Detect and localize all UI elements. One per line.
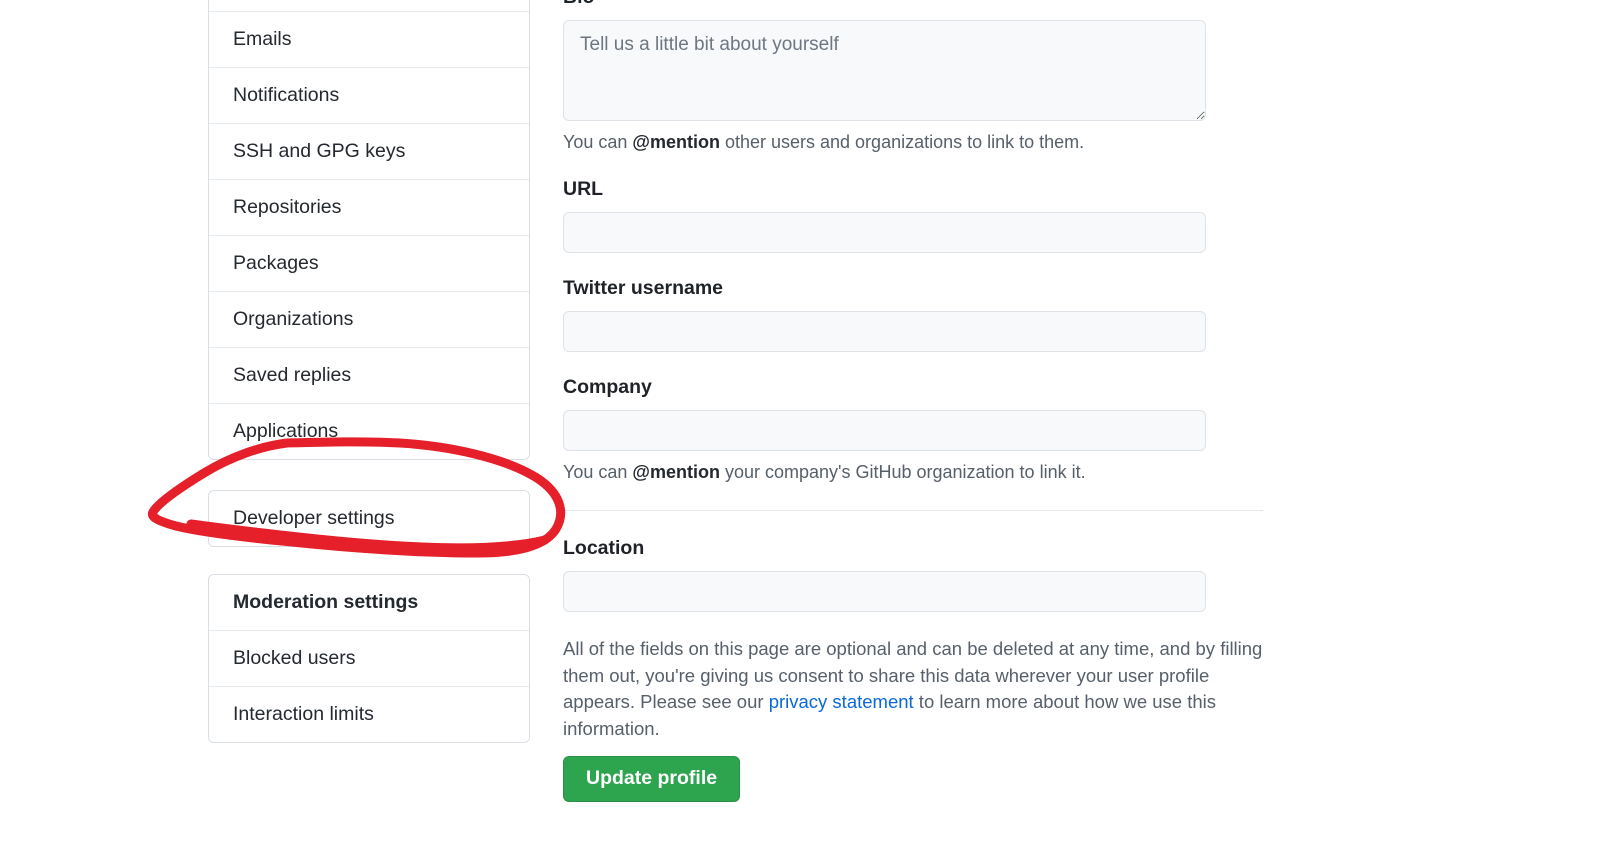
company-help-suffix: your company's GitHub organization to li… bbox=[719, 462, 1086, 482]
sidebar-item-ssh-and-gpg-keys[interactable]: SSH and GPG keys bbox=[209, 124, 529, 180]
section-divider bbox=[563, 510, 1263, 511]
location-label: Location bbox=[563, 537, 645, 559]
url-input[interactable] bbox=[563, 212, 1206, 253]
bio-label: Bio bbox=[563, 0, 1263, 10]
twitter-username-label: Twitter username bbox=[563, 277, 724, 299]
sidebar-item-label: Emails bbox=[233, 28, 292, 50]
bio-help-suffix: other users and organizations to link to… bbox=[719, 132, 1085, 152]
company-input[interactable] bbox=[563, 410, 1206, 451]
settings-sidebar: Emails Notifications SSH and GPG keys Re… bbox=[208, 0, 530, 773]
company-help-prefix: You can bbox=[563, 462, 633, 482]
consent-text: All of the fields on this page are optio… bbox=[563, 636, 1263, 742]
url-label: URL bbox=[563, 178, 604, 200]
url-field-block: URL bbox=[563, 176, 1263, 253]
bio-help-mention: @mention bbox=[632, 132, 720, 152]
sidebar-group-developer: Developer settings bbox=[208, 490, 530, 547]
privacy-statement-link[interactable]: privacy statement bbox=[769, 691, 914, 712]
twitter-username-input[interactable] bbox=[563, 311, 1206, 352]
sidebar-item-moderation-settings[interactable]: Moderation settings bbox=[209, 575, 529, 631]
location-input[interactable] bbox=[563, 571, 1206, 612]
sidebar-group-account: Emails Notifications SSH and GPG keys Re… bbox=[208, 0, 530, 460]
sidebar-item-applications[interactable]: Applications bbox=[209, 404, 529, 459]
public-profile-form: Bio You can @mention other users and org… bbox=[563, 0, 1263, 802]
sidebar-item-label: SSH and GPG keys bbox=[233, 140, 406, 162]
sidebar-item-label: Notifications bbox=[233, 84, 340, 106]
company-help-text: You can @mention your company's GitHub o… bbox=[563, 460, 1263, 484]
twitter-field-block: Twitter username bbox=[563, 275, 1263, 352]
sidebar-item-label: Interaction limits bbox=[233, 703, 374, 725]
company-field-block: Company You can @mention your company's … bbox=[563, 374, 1263, 484]
sidebar-item-notifications[interactable]: Notifications bbox=[209, 68, 529, 124]
sidebar-item-repositories[interactable]: Repositories bbox=[209, 180, 529, 236]
sidebar-item-packages[interactable]: Packages bbox=[209, 236, 529, 292]
sidebar-group-moderation: Moderation settings Blocked users Intera… bbox=[208, 574, 530, 743]
bio-field-block: Bio You can @mention other users and org… bbox=[563, 0, 1263, 154]
update-profile-button[interactable]: Update profile bbox=[563, 756, 741, 802]
bio-help-prefix: You can bbox=[563, 132, 633, 152]
company-label: Company bbox=[563, 376, 652, 398]
sidebar-item-label: Moderation settings bbox=[233, 591, 419, 613]
sidebar-item-interaction-limits[interactable]: Interaction limits bbox=[209, 687, 529, 742]
sidebar-item-organizations[interactable]: Organizations bbox=[209, 292, 529, 348]
location-field-block: Location bbox=[563, 535, 1263, 612]
bio-textarea[interactable] bbox=[563, 20, 1206, 121]
sidebar-item-label: Applications bbox=[233, 420, 339, 442]
sidebar-item-clipped[interactable] bbox=[209, 0, 529, 12]
sidebar-item-label: Packages bbox=[233, 252, 319, 274]
bio-help-text: You can @mention other users and organiz… bbox=[563, 130, 1263, 154]
sidebar-item-label: Repositories bbox=[233, 196, 342, 218]
sidebar-item-label: Developer settings bbox=[233, 507, 395, 529]
sidebar-item-emails[interactable]: Emails bbox=[209, 12, 529, 68]
sidebar-item-label: Blocked users bbox=[233, 647, 356, 669]
sidebar-item-blocked-users[interactable]: Blocked users bbox=[209, 631, 529, 687]
sidebar-item-label: Saved replies bbox=[233, 364, 352, 386]
sidebar-item-developer-settings[interactable]: Developer settings bbox=[209, 491, 529, 546]
company-help-mention: @mention bbox=[632, 462, 720, 482]
sidebar-item-label: Organizations bbox=[233, 308, 354, 330]
sidebar-item-saved-replies[interactable]: Saved replies bbox=[209, 348, 529, 404]
